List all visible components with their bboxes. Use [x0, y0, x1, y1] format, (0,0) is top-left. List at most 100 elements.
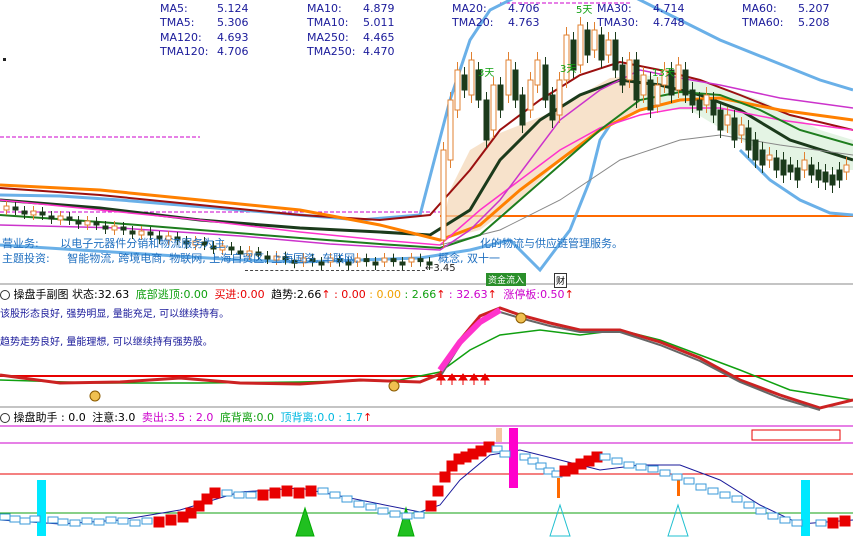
fund-inflow-badge[interactable]: 资金流入: [486, 273, 527, 286]
panel3-bottom-label: 底背离:: [219, 411, 257, 424]
step-bar: [105, 516, 117, 524]
step-bar: [69, 519, 81, 527]
candle-body: [738, 124, 745, 136]
candle-body: [12, 206, 19, 211]
panel3-title[interactable]: 操盘助手: [14, 411, 58, 424]
candle-body: [417, 258, 424, 263]
up-arrow-icon: ↑: [487, 288, 497, 301]
step-bar: [141, 517, 153, 525]
candle-body: [731, 117, 738, 141]
panel2-v4: : 32.63: [448, 288, 488, 301]
ma-label: TMA10:: [307, 16, 349, 29]
candle-body: [843, 164, 850, 173]
step-bar: [9, 515, 21, 523]
candle-body: [647, 79, 654, 111]
candle-body: [490, 84, 497, 131]
step-bar: [257, 489, 269, 501]
step-bar: [743, 501, 755, 509]
panel3-icon[interactable]: [0, 413, 10, 423]
panel2-buy-label: 买进:: [214, 288, 241, 301]
step-bar: [413, 511, 425, 519]
candle-body: [752, 139, 759, 161]
candle-body: [584, 29, 591, 56]
candle-body: [759, 149, 766, 166]
candle-body: [21, 210, 28, 215]
panel3-note-value: 3.0: [117, 411, 136, 424]
ma-label: TMA250:: [307, 45, 356, 58]
candle-body: [447, 99, 454, 161]
candle-body: [591, 29, 598, 51]
panel3-header: 操盘助手 : 0.0 注意:3.0 卖出:3.5 : 2.0 底背离:0.0 顶…: [0, 409, 372, 425]
candle-body: [640, 74, 647, 96]
candle-body: [75, 220, 82, 225]
candle-body: [57, 215, 64, 221]
panel3-step-bars: [0, 441, 851, 529]
panel2-title[interactable]: 操盘手副图: [14, 288, 69, 301]
ma-value: 4.706: [508, 2, 540, 15]
panel2-icon[interactable]: [0, 290, 10, 300]
up-arrow-icon: ↑: [564, 288, 574, 301]
panel2-v2: : 0.00: [369, 288, 401, 301]
panel3-v0: : 0.0: [61, 411, 86, 424]
candle-body: [815, 169, 822, 181]
panel2-header: 操盘手副图 状态:32.63 底部逃顶:0.00 买进:0.00 趋势:2.66…: [0, 286, 574, 302]
candle-body: [461, 74, 468, 91]
panel2-red-line: [0, 306, 853, 410]
day-label-1: 3天: [478, 68, 495, 79]
candle-body: [556, 79, 563, 116]
money-bag-icon: [89, 390, 101, 402]
ma-label: MA10:: [307, 2, 342, 15]
candle-body: [612, 39, 619, 71]
info-line-2-a: 主题投资:: [2, 252, 50, 265]
step-bar: [827, 517, 839, 529]
step-bar: [221, 489, 233, 497]
step-bar: [695, 483, 707, 491]
ma-value: 5.011: [363, 16, 395, 29]
ma-value: 4.879: [363, 2, 395, 15]
candle-body: [3, 205, 10, 211]
ma-label: MA250:: [307, 31, 349, 44]
panel3-box: [751, 429, 841, 441]
candle-body: [745, 127, 752, 151]
step-bar: [129, 519, 141, 527]
candle-body: [30, 210, 37, 216]
ma-value: 4.748: [653, 16, 685, 29]
candle-body: [794, 167, 801, 181]
step-bar: [432, 485, 444, 497]
ma-label: MA30:: [597, 2, 632, 15]
candle-body: [372, 261, 379, 266]
step-bar: [647, 465, 659, 473]
candle-body: [390, 258, 397, 263]
candle-body: [773, 157, 780, 171]
green-spike-left: [295, 506, 315, 537]
low-price-label: ←3.45: [425, 263, 456, 274]
candle-body: [689, 89, 696, 106]
ma-value: 5.208: [798, 16, 830, 29]
step-bar: [329, 491, 341, 499]
step-bar: [81, 517, 93, 525]
money-bag-icon: [388, 380, 400, 392]
step-bar: [165, 514, 177, 526]
magenta-bar: [509, 428, 518, 488]
step-bar: [377, 507, 389, 515]
step-bar: [779, 516, 791, 524]
candle-body: [801, 159, 808, 171]
step-bar: [611, 457, 623, 465]
orange-tick-1: [557, 478, 560, 498]
cyan-bar-right: [801, 480, 810, 536]
peach-bar: [496, 428, 502, 442]
step-bar: [365, 503, 377, 511]
stock-chart-window: MA5: 5.124 MA10: 4.879 MA20: 4.706 MA30: 4.714 M…: [0, 0, 853, 541]
candle-body: [549, 94, 556, 121]
candle-body: [363, 258, 370, 263]
step-bar: [281, 485, 293, 497]
panel3-top-value: 0.0 : 1.7: [317, 411, 363, 424]
candle-body: [654, 84, 661, 106]
step-bar: [153, 516, 165, 528]
ma-value: 4.714: [653, 2, 685, 15]
panel2-bottom-value: 0.00: [183, 288, 208, 301]
candle-body: [710, 99, 717, 116]
candle-body: [111, 225, 118, 231]
step-bar: [93, 518, 105, 526]
step-bar: [623, 461, 635, 469]
